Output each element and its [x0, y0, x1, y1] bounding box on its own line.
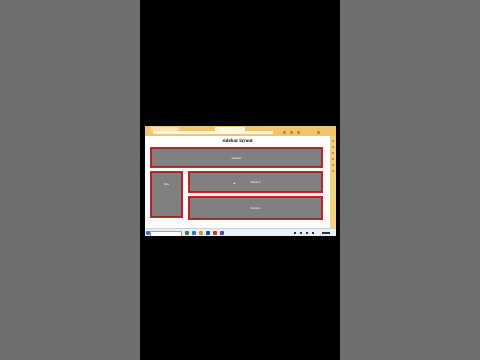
taskbar-search-input[interactable]	[150, 231, 182, 236]
header-box: Header	[150, 147, 323, 168]
menu-icon[interactable]	[317, 131, 320, 134]
browser-sidebar	[330, 136, 336, 228]
sidebar-icon[interactable]	[332, 164, 334, 166]
address-bar[interactable]	[153, 131, 273, 134]
sidebar-icon[interactable]	[332, 146, 334, 148]
taskbar-app-icon[interactable]	[199, 231, 203, 235]
section-label-2: Section	[250, 206, 261, 210]
nav-label: Nav	[163, 182, 170, 186]
mouse-cursor-icon: ▲	[233, 181, 236, 185]
browser-window: sidebar layout Header Nav Section Sectio…	[145, 126, 336, 236]
section-label-1: Section	[250, 180, 261, 184]
taskbar-app-icon[interactable]	[192, 231, 196, 235]
browser-toolbar	[145, 126, 336, 136]
system-tray-icon[interactable]	[292, 231, 332, 235]
section-box-1: Section	[188, 171, 323, 193]
extension-icon[interactable]	[297, 131, 300, 134]
sidebar-icon[interactable]	[332, 152, 334, 154]
taskbar-app-icon[interactable]	[206, 231, 210, 235]
header-label: Header	[231, 155, 242, 160]
sidebar-icon[interactable]	[332, 158, 334, 160]
section-box-2: Section	[188, 196, 323, 220]
page-title: sidebar layout	[222, 139, 253, 144]
extension-icon[interactable]	[283, 131, 286, 134]
taskbar-app-icon[interactable]	[213, 231, 217, 235]
taskbar-app-icon[interactable]	[220, 231, 224, 235]
sidebar-icon[interactable]	[332, 140, 334, 142]
taskbar-app-icon[interactable]	[185, 231, 189, 235]
extension-icon[interactable]	[290, 131, 293, 134]
sidebar-icon[interactable]	[332, 170, 334, 172]
page-content: sidebar layout Header Nav Section Sectio…	[145, 136, 330, 228]
nav-box: Nav	[150, 171, 183, 218]
taskbar	[145, 228, 336, 236]
